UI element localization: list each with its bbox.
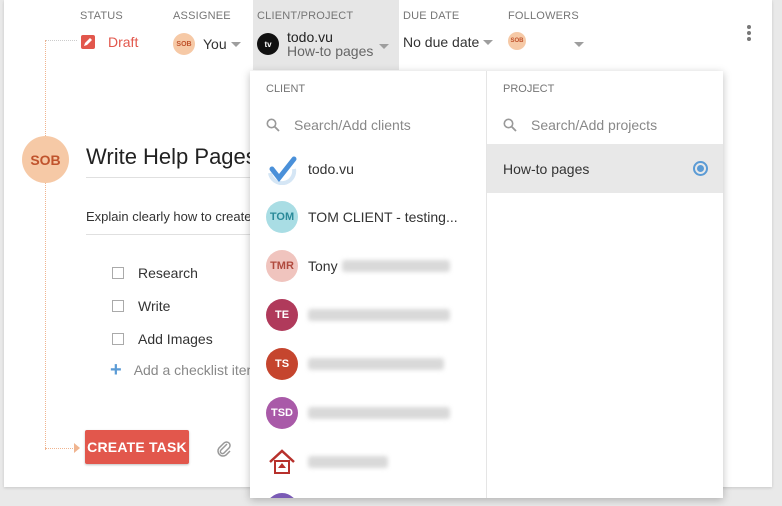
more-options-icon[interactable] xyxy=(747,25,751,43)
client-avatar: TE xyxy=(266,299,298,331)
description-underline xyxy=(86,234,256,235)
chevron-down-icon xyxy=(379,43,390,49)
client-avatar-partial xyxy=(266,493,298,498)
client-header: CLIENT xyxy=(266,83,306,95)
client-item-logo[interactable] xyxy=(266,444,388,480)
title-underline xyxy=(86,177,256,178)
due-date-label: DUE DATE xyxy=(403,10,460,22)
client-project-value[interactable]: tv todo.vu How-to pages xyxy=(257,29,390,59)
checkbox[interactable] xyxy=(112,333,124,345)
task-owner-avatar: SOB xyxy=(22,136,69,183)
checklist-item-label: Add Images xyxy=(138,331,213,347)
client-project-label: CLIENT/PROJECT xyxy=(257,10,354,22)
follower-avatar: SOB xyxy=(508,32,526,50)
client-name: todo.vu xyxy=(287,29,333,45)
timeline-line xyxy=(45,40,46,450)
plus-icon: + xyxy=(110,359,122,381)
client-project-dropdown: CLIENT Search/Add clients todo.vu TOM TO… xyxy=(250,71,723,498)
timeline-connector-bottom xyxy=(45,448,75,449)
client-name: TOM CLIENT - testing... xyxy=(308,209,458,225)
checklist-item[interactable]: Research xyxy=(112,265,198,281)
checklist-item-label: Research xyxy=(138,265,198,281)
search-icon xyxy=(503,118,517,132)
assignee-value[interactable]: SOB You xyxy=(173,33,241,55)
search-icon xyxy=(266,118,280,132)
client-item-te[interactable]: TE xyxy=(266,297,450,333)
project-search-input[interactable]: Search/Add projects xyxy=(503,117,657,133)
followers-value[interactable]: SOB xyxy=(508,32,584,50)
client-item-tsd[interactable]: TSD xyxy=(266,395,450,431)
status-value[interactable]: Draft xyxy=(80,34,138,50)
redacted-text xyxy=(341,260,450,272)
radio-selected-icon[interactable] xyxy=(693,161,708,176)
redacted-text xyxy=(308,456,388,468)
task-title-input[interactable]: Write Help Pages xyxy=(86,144,257,170)
assignee-text: You xyxy=(203,36,227,52)
checklist-item[interactable]: Write xyxy=(112,298,170,314)
chevron-down-icon xyxy=(483,39,494,45)
due-date-value[interactable]: No due date xyxy=(403,34,494,50)
client-search-placeholder: Search/Add clients xyxy=(294,117,411,133)
assignee-label: ASSIGNEE xyxy=(173,10,231,22)
assignee-avatar: SOB xyxy=(173,33,195,55)
status-text: Draft xyxy=(108,34,139,50)
project-item-how-to-pages[interactable]: How-to pages xyxy=(487,144,723,193)
client-item-tmr[interactable]: TMR Tony xyxy=(266,248,450,284)
client-avatar: TOM xyxy=(266,201,298,233)
timeline-arrow-icon xyxy=(74,443,80,453)
chevron-down-icon xyxy=(230,41,241,47)
project-list-panel: PROJECT Search/Add projects How-to pages xyxy=(486,71,723,498)
timeline-connector-top xyxy=(45,40,77,41)
followers-label: FOLLOWERS xyxy=(508,10,579,22)
add-checklist-item[interactable]: + Add a checklist item xyxy=(110,359,259,381)
create-task-button[interactable]: CREATE TASK xyxy=(85,430,189,464)
client-avatar: TS xyxy=(266,348,298,380)
client-avatar: TMR xyxy=(266,250,298,282)
client-search-input[interactable]: Search/Add clients xyxy=(266,117,411,133)
chevron-down-icon xyxy=(574,41,584,47)
redacted-text xyxy=(308,407,450,419)
client-item-tom[interactable]: TOM TOM CLIENT - testing... xyxy=(266,199,458,235)
client-list-panel: CLIENT Search/Add clients todo.vu TOM TO… xyxy=(250,71,486,498)
client-logo: tv xyxy=(257,33,279,55)
client-item-todo-vu[interactable]: todo.vu xyxy=(266,151,354,187)
add-checklist-label: Add a checklist item xyxy=(133,362,259,378)
checkbox[interactable] xyxy=(112,267,124,279)
client-name: todo.vu xyxy=(308,161,354,177)
house-logo-icon xyxy=(266,446,298,478)
project-search-placeholder: Search/Add projects xyxy=(531,117,658,133)
checklist-item[interactable]: Add Images xyxy=(112,331,213,347)
task-description-input[interactable]: Explain clearly how to create xyxy=(86,209,251,224)
redacted-text xyxy=(308,358,444,370)
client-item-ts[interactable]: TS xyxy=(266,346,444,382)
edit-icon xyxy=(81,35,95,49)
project-item-label: How-to pages xyxy=(503,160,590,177)
todo-vu-logo-icon xyxy=(266,153,298,185)
status-label: STATUS xyxy=(80,10,123,22)
redacted-text xyxy=(308,309,450,321)
checkbox[interactable] xyxy=(112,300,124,312)
client-name: Tony xyxy=(308,258,338,274)
project-name: How-to pages xyxy=(287,43,374,59)
due-date-text: No due date xyxy=(403,34,480,50)
checklist-item-label: Write xyxy=(138,298,171,314)
project-header: PROJECT xyxy=(503,83,555,95)
client-avatar: TSD xyxy=(266,397,298,429)
paperclip-icon[interactable] xyxy=(216,439,232,457)
